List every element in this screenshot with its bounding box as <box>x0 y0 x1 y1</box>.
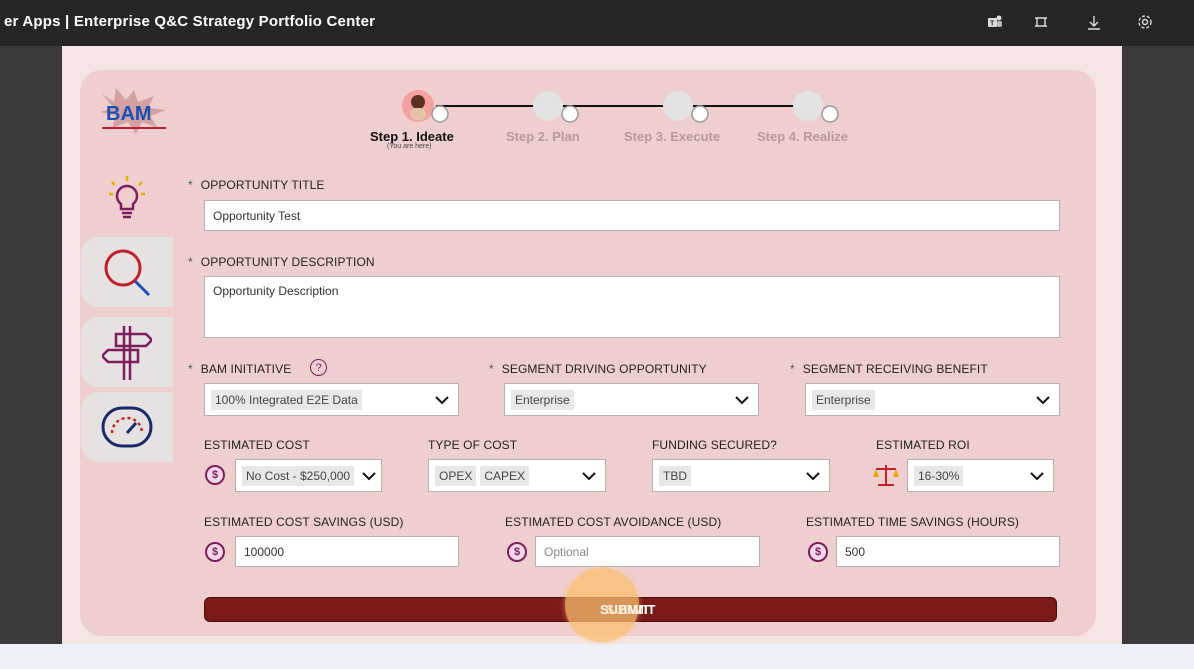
description-label: * OPPORTUNITY DESCRIPTION <box>188 255 375 269</box>
lightbulb-icon <box>109 176 145 219</box>
opex-chip: OPEX <box>435 465 477 486</box>
title-label: * OPPORTUNITY TITLE <box>188 178 325 192</box>
funding-label: FUNDING SECURED? <box>652 438 777 452</box>
chevron-down-icon <box>362 472 376 481</box>
left-gutter <box>0 46 62 644</box>
avoidance-input[interactable]: Optional <box>535 536 760 567</box>
step-ideate-sub: (You are here) <box>387 143 432 150</box>
roi-dropdown[interactable]: 16-30% <box>907 459 1054 492</box>
type-cost-dropdown[interactable]: OPEX CAPEX <box>428 459 606 492</box>
time-label: ESTIMATED TIME SAVINGS (HOURS) <box>806 515 1020 529</box>
bam-logo: BAM <box>98 84 170 140</box>
cost-label: ESTIMATED COST <box>204 438 310 452</box>
sidebar-item-plan[interactable] <box>81 237 173 307</box>
scale-icon <box>873 465 899 486</box>
chevron-down-icon <box>435 396 449 405</box>
savings-input[interactable]: 100000 <box>235 536 459 567</box>
initiative-chip: 100% Integrated E2E Data <box>211 389 362 410</box>
signpost-icon <box>102 326 152 380</box>
speedometer-icon <box>101 406 153 448</box>
fit-screen-icon[interactable] <box>1030 11 1052 33</box>
chevron-down-icon <box>806 472 820 481</box>
dollar-icon: $ <box>507 542 527 562</box>
type-cost-label: TYPE OF COST <box>428 438 518 452</box>
segment-receiving-chip: Enterprise <box>812 389 875 410</box>
svg-text:T: T <box>990 21 995 28</box>
funding-chip: TBD <box>659 465 691 486</box>
dollar-icon: $ <box>808 542 828 562</box>
segment-receiving-label: * SEGMENT RECEIVING BENEFIT <box>790 362 988 376</box>
teams-icon[interactable]: T <box>984 11 1006 33</box>
download-icon[interactable] <box>1083 11 1105 33</box>
avoidance-label: ESTIMATED COST AVOIDANCE (USD) <box>505 515 722 529</box>
initiative-dropdown[interactable]: 100% Integrated E2E Data <box>204 383 459 416</box>
step-execute[interactable]: Step 3. Execute <box>624 129 720 144</box>
capex-chip: CAPEX <box>480 465 530 486</box>
description-textarea[interactable]: Opportunity Description <box>204 276 1060 338</box>
funding-dropdown[interactable]: TBD <box>652 459 830 492</box>
right-gutter <box>1122 46 1194 644</box>
submit-label-overlay: SUBMIT <box>600 602 650 617</box>
roi-label: ESTIMATED ROI <box>876 438 970 452</box>
chevron-down-icon <box>735 396 749 405</box>
logo-text: BAM <box>106 103 152 125</box>
cost-dropdown[interactable]: No Cost - $250,000 <box>235 459 382 492</box>
settings-icon[interactable] <box>1134 11 1156 33</box>
step-ideate[interactable]: Step 1. Ideate <box>370 129 454 144</box>
dollar-icon: $ <box>205 465 225 485</box>
chevron-down-icon <box>1030 472 1044 481</box>
app-title: er Apps | Enterprise Q&C Strategy Portfo… <box>4 13 376 30</box>
step-plan[interactable]: Step 2. Plan <box>506 129 580 144</box>
segment-receiving-dropdown[interactable]: Enterprise <box>805 383 1060 416</box>
initiative-label: * BAM INITIATIVE <box>188 362 292 376</box>
dollar-icon: $ <box>205 542 225 562</box>
magnifier-icon <box>104 249 151 297</box>
segment-driving-label: * SEGMENT DRIVING OPPORTUNITY <box>489 362 707 376</box>
chevron-down-icon <box>1036 396 1050 405</box>
segment-driving-dropdown[interactable]: Enterprise <box>504 383 759 416</box>
time-input[interactable]: 500 <box>836 536 1060 567</box>
step-realize[interactable]: Step 4. Realize <box>757 129 848 144</box>
sidebar-item-realize[interactable] <box>81 392 173 462</box>
sidebar-item-ideate[interactable] <box>81 162 173 232</box>
title-input[interactable]: Opportunity Test <box>204 200 1060 231</box>
sidebar-item-execute[interactable] <box>81 317 173 387</box>
roi-chip: 16-30% <box>914 465 964 486</box>
help-icon[interactable]: ? <box>310 359 327 376</box>
chevron-down-icon <box>582 472 596 481</box>
savings-label: ESTIMATED COST SAVINGS (USD) <box>204 515 404 529</box>
segment-driving-chip: Enterprise <box>511 389 574 410</box>
title-bar: er Apps | Enterprise Q&C Strategy Portfo… <box>0 0 1194 46</box>
cost-chip: No Cost - $250,000 <box>242 465 355 486</box>
